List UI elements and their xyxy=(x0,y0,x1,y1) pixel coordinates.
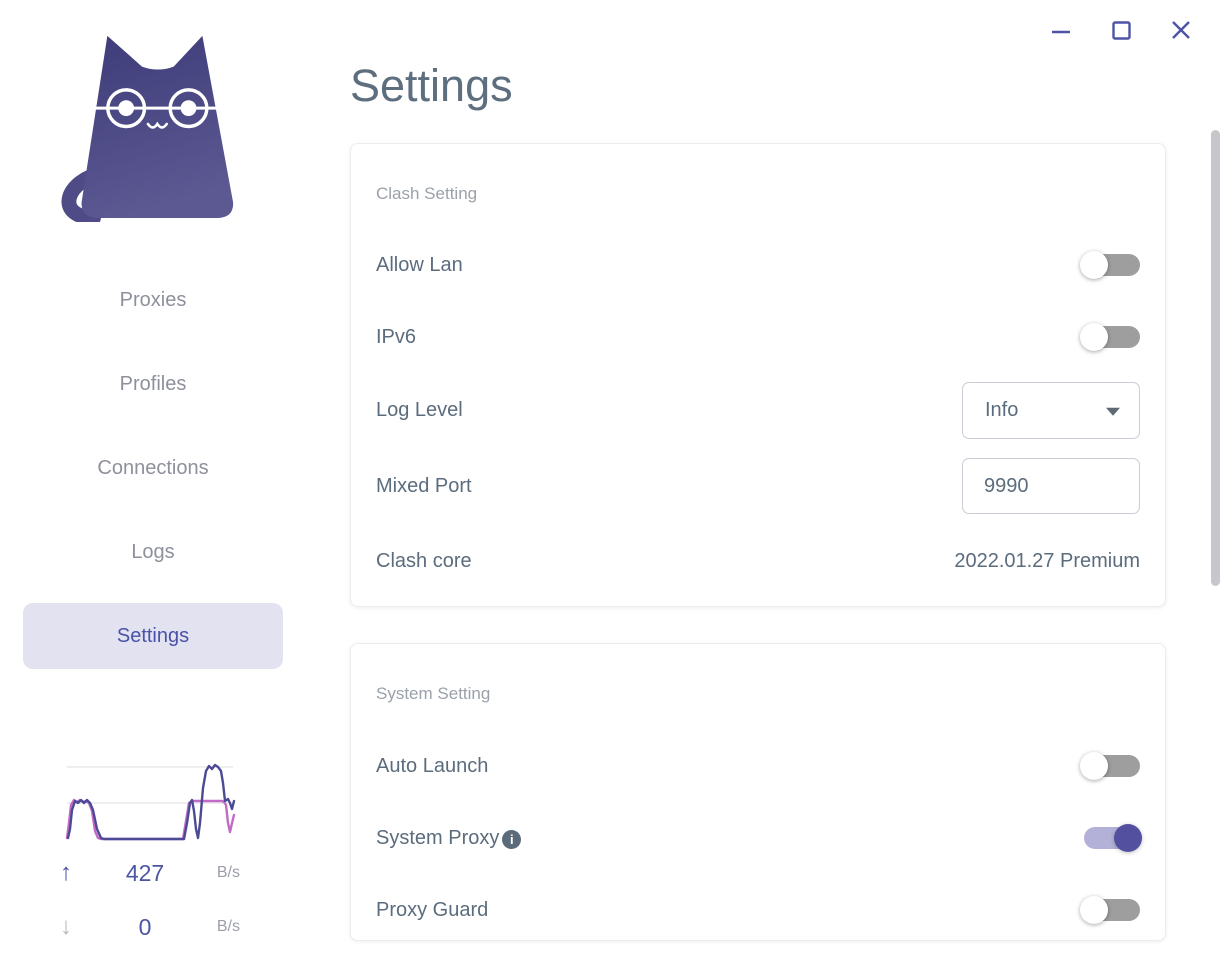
row-label: Mixed Port xyxy=(376,474,472,497)
system-proxy-toggle[interactable] xyxy=(1084,824,1142,852)
toggle-knob xyxy=(1114,824,1142,852)
allow-lan-toggle[interactable] xyxy=(1080,251,1140,279)
row-label: Auto Launch xyxy=(376,754,489,777)
download-value: 0 xyxy=(138,913,152,940)
cat-body xyxy=(81,35,234,219)
setting-row-proxy-guard: Proxy Guard xyxy=(376,889,1140,931)
maximize-icon xyxy=(1112,21,1131,40)
clash-setting-card: Clash Setting Allow Lan IPv6 Log Level I… xyxy=(350,143,1166,607)
auto-launch-toggle[interactable] xyxy=(1080,752,1140,780)
sidebar-item-logs[interactable]: Logs xyxy=(23,519,283,585)
log-level-select[interactable]: Info xyxy=(962,382,1140,439)
card-title: Clash Setting xyxy=(376,184,478,203)
close-icon xyxy=(1172,21,1190,39)
download-arrow-icon: ↓ xyxy=(60,913,72,940)
info-icon[interactable]: i xyxy=(502,829,522,849)
setting-row-clash-core: Clash core 2022.01.27 Premium xyxy=(376,540,1140,582)
row-label: Allow Lan xyxy=(376,253,463,276)
toggle-knob xyxy=(1080,251,1108,279)
setting-row-log-level: Log Level Info xyxy=(376,382,1140,439)
setting-row-auto-launch: Auto Launch xyxy=(376,745,1140,787)
upload-arrow-icon: ↑ xyxy=(60,859,72,886)
close-button[interactable] xyxy=(1169,19,1193,43)
window-controls xyxy=(1049,19,1193,43)
cat-eye-left xyxy=(118,100,135,117)
setting-row-mixed-port: Mixed Port xyxy=(376,458,1140,514)
upload-speed: ↑ 427 B/s xyxy=(60,857,240,889)
log-level-value: Info xyxy=(985,399,1019,421)
card-title: System Setting xyxy=(376,684,491,703)
row-label: Clash core xyxy=(376,549,472,572)
toggle-knob xyxy=(1080,752,1108,780)
row-label-text: System Proxy xyxy=(376,826,500,849)
clash-core-version: 2022.01.27 Premium xyxy=(954,549,1140,572)
setting-row-system-proxy: System Proxy i xyxy=(376,817,1142,859)
chevron-down-icon xyxy=(1106,407,1120,416)
page-title: Settings xyxy=(350,60,513,111)
download-unit: B/s xyxy=(216,918,240,935)
minimize-icon xyxy=(1052,30,1070,34)
traffic-chart xyxy=(65,763,236,841)
upload-value: 427 xyxy=(125,859,165,886)
toggle-knob xyxy=(1080,896,1108,924)
maximize-button[interactable] xyxy=(1109,19,1133,43)
toggle-knob xyxy=(1080,323,1108,351)
proxy-guard-toggle[interactable] xyxy=(1080,896,1140,924)
setting-row-allow-lan: Allow Lan xyxy=(376,244,1140,286)
cat-eye-right xyxy=(180,100,197,117)
row-label: Log Level xyxy=(376,399,463,421)
upload-unit: B/s xyxy=(216,864,240,881)
mixed-port-input[interactable] xyxy=(962,458,1140,514)
clash-cat-logo xyxy=(61,35,234,222)
ipv6-toggle[interactable] xyxy=(1080,323,1140,351)
row-label: Proxy Guard xyxy=(376,898,489,921)
system-setting-card: System Setting Auto Launch System Proxy … xyxy=(350,643,1166,941)
sidebar-nav: Proxies Profiles Connections Logs Settin… xyxy=(23,267,283,687)
sidebar-item-settings[interactable]: Settings xyxy=(23,603,283,669)
row-label: IPv6 xyxy=(376,325,417,348)
setting-row-ipv6: IPv6 xyxy=(376,316,1140,358)
scrollbar-thumb[interactable] xyxy=(1211,130,1220,586)
sidebar-item-proxies[interactable]: Proxies xyxy=(23,267,283,333)
sidebar-item-connections[interactable]: Connections xyxy=(23,435,283,501)
sidebar: Proxies Profiles Connections Logs Settin… xyxy=(0,0,305,956)
sidebar-item-profiles[interactable]: Profiles xyxy=(23,351,283,417)
minimize-button[interactable] xyxy=(1049,19,1073,43)
row-label: System Proxy i xyxy=(376,826,522,850)
download-speed: ↓ 0 B/s xyxy=(60,911,240,943)
